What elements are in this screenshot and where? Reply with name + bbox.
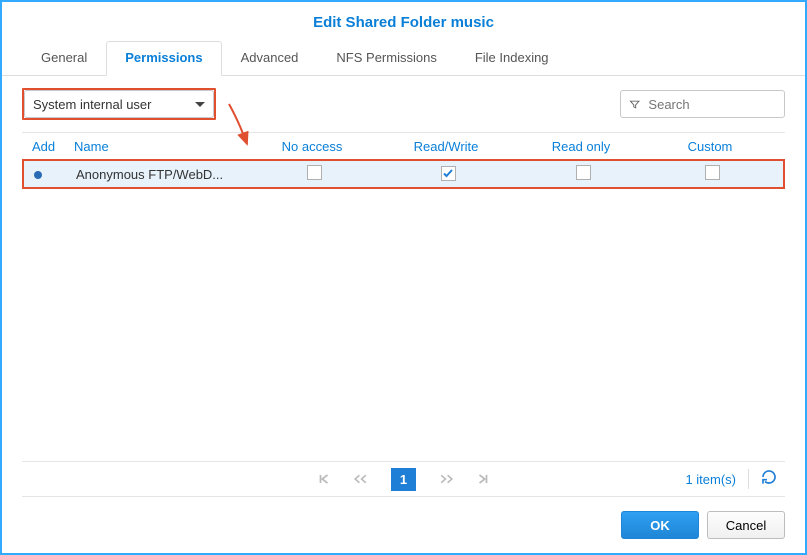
page-prev-icon[interactable] — [353, 472, 369, 486]
table-row[interactable]: Anonymous FTP/WebD... — [24, 161, 783, 187]
items-count: 1 item(s) — [685, 472, 736, 487]
checkbox-custom[interactable] — [705, 165, 720, 180]
refresh-icon[interactable] — [761, 469, 777, 490]
chevron-down-icon — [195, 102, 205, 107]
search-input[interactable] — [646, 96, 776, 113]
col-read-write[interactable]: Read/Write — [376, 139, 516, 154]
dialog-footer: OK Cancel — [2, 497, 805, 553]
highlight-row: Anonymous FTP/WebD... — [22, 159, 785, 189]
page-last-icon[interactable] — [476, 472, 490, 486]
col-name[interactable]: Name — [68, 139, 248, 154]
tab-nfs-permissions[interactable]: NFS Permissions — [317, 41, 455, 75]
page-current[interactable]: 1 — [391, 468, 416, 491]
divider — [748, 469, 749, 489]
checkbox-no-access[interactable] — [307, 165, 322, 180]
col-custom[interactable]: Custom — [646, 139, 774, 154]
tab-file-indexing[interactable]: File Indexing — [456, 41, 568, 75]
highlight-select: System internal user — [22, 88, 216, 120]
cancel-button[interactable]: Cancel — [707, 511, 785, 539]
tabs-bar: General Permissions Advanced NFS Permiss… — [2, 41, 805, 76]
row-name: Anonymous FTP/WebD... — [70, 167, 250, 182]
col-add[interactable]: Add — [22, 139, 68, 154]
search-box[interactable] — [620, 90, 785, 118]
user-type-select-value: System internal user — [33, 97, 152, 112]
tab-advanced[interactable]: Advanced — [222, 41, 318, 75]
checkbox-read-write[interactable] — [441, 166, 456, 181]
page-next-icon[interactable] — [438, 472, 454, 486]
tab-general[interactable]: General — [22, 41, 106, 75]
col-no-access[interactable]: No access — [248, 139, 376, 154]
checkbox-read-only[interactable] — [576, 165, 591, 180]
col-read-only[interactable]: Read only — [516, 139, 646, 154]
added-indicator-icon — [34, 171, 42, 179]
page-first-icon[interactable] — [317, 472, 331, 486]
user-type-select[interactable]: System internal user — [24, 90, 214, 118]
table-header: Add Name No access Read/Write Read only … — [22, 132, 785, 160]
tab-permissions[interactable]: Permissions — [106, 41, 221, 76]
pagination-bar: 1 1 item(s) — [22, 461, 785, 497]
ok-button[interactable]: OK — [621, 511, 699, 539]
dialog-title: Edit Shared Folder music — [2, 2, 805, 41]
filter-icon — [629, 98, 640, 111]
